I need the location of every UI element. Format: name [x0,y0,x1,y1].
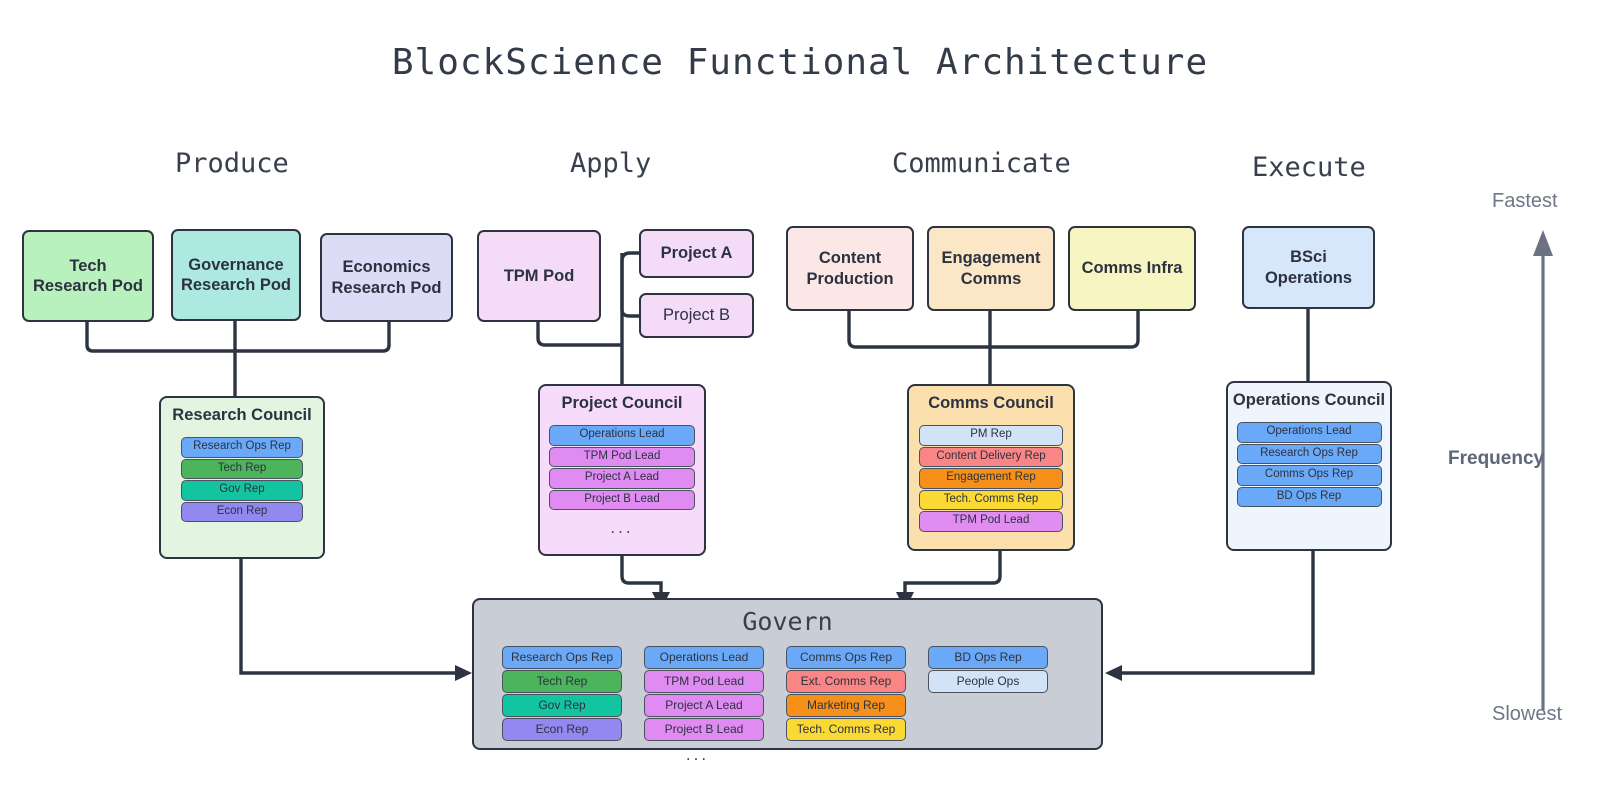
node-label: Governance Research Pod [180,255,292,294]
govern-rep[interactable]: Ext. Comms Rep [786,670,906,693]
node-content-production[interactable]: Content Production [786,226,914,311]
council-rep[interactable]: TPM Pod Lead [919,511,1063,532]
govern-ellipsis: ... [685,745,710,764]
council-rep-list: Research Ops Rep Tech Rep Gov Rep Econ Rep [161,437,323,522]
council-rep[interactable]: Research Ops Rep [181,437,303,458]
node-comms-infra[interactable]: Comms Infra [1068,226,1196,311]
govern-rep[interactable]: Tech. Comms Rep [786,718,906,741]
council-rep[interactable]: TPM Pod Lead [549,446,695,467]
govern-title: Govern [742,607,833,636]
council-rep[interactable]: Content Delivery Rep [919,446,1063,467]
council-rep[interactable]: Tech. Comms Rep [919,489,1063,510]
node-label: Comms Infra [1081,259,1183,278]
diagram-canvas: BlockScience Functional Architecture Pro… [0,0,1600,795]
govern-rep[interactable]: Research Ops Rep [502,646,622,669]
govern-groups: Research Ops Rep Tech Rep Gov Rep Econ Rep O… [474,646,1101,741]
govern-rep[interactable]: Operations Lead [644,646,764,669]
node-label: Engagement Comms [941,249,1041,288]
node-label: TPM Pod [503,266,575,285]
council-rep[interactable]: Tech Rep [181,458,303,479]
node-label: Content Production [806,249,894,288]
node-tech-research-pod[interactable]: Tech Research Pod [22,230,154,322]
council-rep[interactable]: Operations Lead [1236,422,1382,443]
node-project-a[interactable]: Project A [639,229,754,278]
council-title: Project Council [561,394,683,412]
council-rep-list: Operations Lead Research Ops Rep Comms Ops… [1228,422,1390,507]
council-rep[interactable]: Research Ops Rep [1236,443,1382,464]
council-rep[interactable]: Project A Lead [549,468,695,489]
govern-rep[interactable]: Project B Lead [644,718,764,741]
council-rep[interactable]: Comms Ops Rep [1236,465,1382,486]
council-rep-list: PM Rep Content Delivery Rep Engagement Rep… [909,425,1073,532]
node-label: Project A [660,244,733,263]
node-bsci-operations[interactable]: BSci Operations [1242,226,1375,309]
node-tpm-pod[interactable]: TPM Pod [477,230,601,322]
council-research[interactable]: Research Council Research Ops Rep Tech Re… [159,396,325,559]
govern-project-group: Operations Lead TPM Pod Lead Project A Lea… [644,646,764,741]
govern-rep[interactable]: BD Ops Rep [928,646,1048,669]
govern-operations-group: BD Ops Rep People Ops [928,646,1048,741]
council-title: Research Council [172,406,312,424]
node-economics-research-pod[interactable]: Economics Research Pod [320,233,453,322]
council-title: Operations Council [1232,391,1386,409]
node-label: BSci Operations [1264,248,1353,287]
govern-rep[interactable]: Project A Lead [644,694,764,717]
council-rep[interactable]: Econ Rep [181,501,303,522]
govern-rep[interactable]: Econ Rep [502,718,622,741]
council-rep[interactable]: PM Rep [919,425,1063,446]
council-ellipsis: ... [610,518,634,537]
node-governance-research-pod[interactable]: Governance Research Pod [171,229,301,321]
govern-research-group: Research Ops Rep Tech Rep Gov Rep Econ Rep [502,646,622,741]
council-project[interactable]: Project Council Operations Lead TPM Pod L… [538,384,706,556]
govern-rep[interactable]: People Ops [928,670,1048,693]
council-rep[interactable]: Operations Lead [549,425,695,446]
govern-rep[interactable]: Comms Ops Rep [786,646,906,669]
council-rep[interactable]: BD Ops Rep [1236,486,1382,507]
govern-rep[interactable]: TPM Pod Lead [644,670,764,693]
govern-comms-group: Comms Ops Rep Ext. Comms Rep Marketing Rep… [786,646,906,741]
node-project-b[interactable]: Project B [639,293,754,338]
council-rep[interactable]: Gov Rep [181,480,303,501]
council-comms[interactable]: Comms Council PM Rep Content Delivery Rep… [907,384,1075,551]
govern-rep[interactable]: Marketing Rep [786,694,906,717]
node-label: Tech Research Pod [32,256,144,295]
govern-rep[interactable]: Tech Rep [502,670,622,693]
node-label: Economics Research Pod [331,258,442,297]
govern-panel[interactable]: Govern Research Ops Rep Tech Rep Gov Rep Ec… [472,598,1103,764]
node-engagement-comms[interactable]: Engagement Comms [927,226,1055,311]
govern-rep[interactable]: Gov Rep [502,694,622,717]
council-rep[interactable]: Project B Lead [549,489,695,510]
node-label: Project B [663,306,730,325]
council-operations[interactable]: Operations Council Operations Lead Resear… [1226,381,1392,551]
council-rep[interactable]: Engagement Rep [919,468,1063,489]
council-rep-list: Operations Lead TPM Pod Lead Project A Lea… [540,425,704,510]
council-title: Comms Council [928,394,1054,412]
